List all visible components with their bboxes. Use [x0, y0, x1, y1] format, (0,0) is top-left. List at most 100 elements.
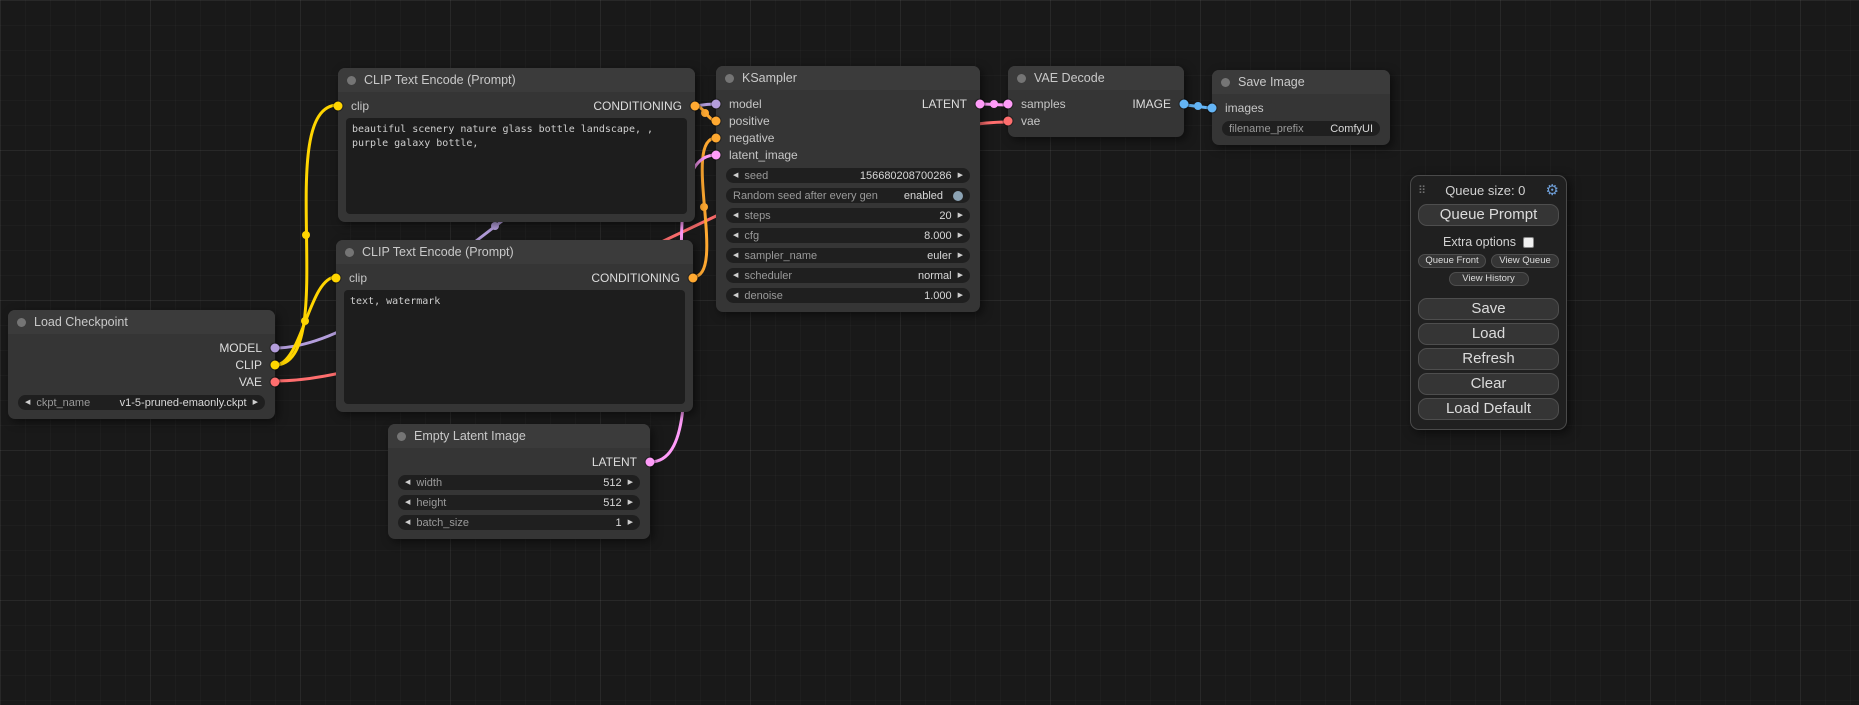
widget-label: denoise: [744, 290, 783, 302]
output-slot-conditioning[interactable]: [691, 101, 700, 110]
collapse-dot[interactable]: [1017, 74, 1026, 83]
collapse-dot[interactable]: [347, 76, 356, 85]
widget-value: normal: [918, 270, 952, 282]
denoise-widget[interactable]: ◀ denoise 1.000 ▶: [726, 288, 970, 303]
input-slot-negative[interactable]: [712, 133, 721, 142]
collapse-dot[interactable]: [17, 318, 26, 327]
queue-front-button[interactable]: Queue Front: [1418, 254, 1486, 268]
widget-value: 512: [603, 477, 621, 489]
output-slot-vae[interactable]: [271, 377, 280, 386]
input-label-model: model: [729, 97, 762, 111]
toggle-dot-icon[interactable]: [953, 191, 963, 201]
cfg-widget[interactable]: ◀ cfg 8.000 ▶: [726, 228, 970, 243]
positive-prompt-textarea[interactable]: beautiful scenery nature glass bottle la…: [346, 118, 687, 214]
collapse-dot[interactable]: [397, 432, 406, 441]
sampler-name-widget[interactable]: ◀ sampler_name euler ▶: [726, 248, 970, 263]
input-slot-images[interactable]: [1208, 103, 1217, 112]
node-title: Load Checkpoint: [34, 315, 128, 329]
batch-size-widget[interactable]: ◀ batch_size 1 ▶: [398, 515, 640, 530]
node-title-bar[interactable]: Empty Latent Image: [388, 424, 650, 448]
widget-value: 1: [615, 517, 621, 529]
decrement-arrow-icon[interactable]: ◀: [733, 292, 738, 299]
node-empty-latent-image[interactable]: Empty Latent Image LATENT ◀ width 512 ▶ …: [388, 424, 650, 539]
settings-gear-icon[interactable]: ⚙: [1546, 183, 1559, 198]
decrement-arrow-icon[interactable]: ◀: [405, 479, 410, 486]
load-button[interactable]: Load: [1418, 323, 1559, 345]
seed-widget[interactable]: ◀ seed 156680208700286 ▶: [726, 168, 970, 183]
decrement-arrow-icon[interactable]: ◀: [25, 399, 30, 406]
queue-prompt-button[interactable]: Queue Prompt: [1418, 204, 1559, 226]
node-save-image[interactable]: Save Image images filename_prefix ComfyU…: [1212, 70, 1390, 145]
widget-label: sampler_name: [744, 250, 817, 262]
node-load-checkpoint[interactable]: Load Checkpoint MODEL CLIP VAE ◀ ckpt_na…: [8, 310, 275, 419]
load-default-button[interactable]: Load Default: [1418, 398, 1559, 420]
increment-arrow-icon[interactable]: ▶: [958, 292, 963, 299]
input-slot-clip[interactable]: [334, 101, 343, 110]
output-slot-image[interactable]: [1180, 99, 1189, 108]
save-button[interactable]: Save: [1418, 298, 1559, 320]
increment-arrow-icon[interactable]: ▶: [253, 399, 258, 406]
drag-handle-icon[interactable]: ⠿: [1418, 184, 1425, 197]
increment-arrow-icon[interactable]: ▶: [958, 172, 963, 179]
increment-arrow-icon[interactable]: ▶: [628, 479, 633, 486]
input-slot-vae[interactable]: [1004, 116, 1013, 125]
node-title-bar[interactable]: CLIP Text Encode (Prompt): [336, 240, 693, 264]
increment-arrow-icon[interactable]: ▶: [628, 499, 633, 506]
decrement-arrow-icon[interactable]: ◀: [405, 519, 410, 526]
collapse-dot[interactable]: [1221, 78, 1230, 87]
collapse-dot[interactable]: [345, 248, 354, 257]
increment-arrow-icon[interactable]: ▶: [628, 519, 633, 526]
increment-arrow-icon[interactable]: ▶: [958, 272, 963, 279]
negative-prompt-textarea[interactable]: text, watermark: [344, 290, 685, 404]
menu-header: ⠿ Queue size: 0 ⚙: [1418, 179, 1559, 201]
decrement-arrow-icon[interactable]: ◀: [405, 499, 410, 506]
decrement-arrow-icon[interactable]: ◀: [733, 172, 738, 179]
input-slot-model[interactable]: [712, 99, 721, 108]
slot-row: samples IMAGE: [1008, 95, 1184, 112]
node-title: KSampler: [742, 71, 797, 85]
increment-arrow-icon[interactable]: ▶: [958, 232, 963, 239]
node-ksampler[interactable]: KSampler model LATENT positive negative …: [716, 66, 980, 312]
output-slot-latent[interactable]: [646, 457, 655, 466]
width-widget[interactable]: ◀ width 512 ▶: [398, 475, 640, 490]
decrement-arrow-icon[interactable]: ◀: [733, 212, 738, 219]
slot-row: negative: [716, 129, 980, 146]
view-queue-button[interactable]: View Queue: [1491, 254, 1559, 268]
output-label-latent: LATENT: [922, 97, 967, 111]
output-slot-model[interactable]: [271, 343, 280, 352]
input-slot-positive[interactable]: [712, 116, 721, 125]
node-title-bar[interactable]: Load Checkpoint: [8, 310, 275, 334]
node-title-bar[interactable]: Save Image: [1212, 70, 1390, 94]
input-slot-latent-image[interactable]: [712, 150, 721, 159]
filename-prefix-widget[interactable]: filename_prefix ComfyUI: [1222, 121, 1380, 136]
scheduler-widget[interactable]: ◀ scheduler normal ▶: [726, 268, 970, 283]
increment-arrow-icon[interactable]: ▶: [958, 212, 963, 219]
refresh-button[interactable]: Refresh: [1418, 348, 1559, 370]
increment-arrow-icon[interactable]: ▶: [958, 252, 963, 259]
decrement-arrow-icon[interactable]: ◀: [733, 252, 738, 259]
height-widget[interactable]: ◀ height 512 ▶: [398, 495, 640, 510]
input-label-positive: positive: [729, 114, 770, 128]
extra-options-checkbox[interactable]: [1523, 237, 1534, 248]
decrement-arrow-icon[interactable]: ◀: [733, 272, 738, 279]
node-title-bar[interactable]: VAE Decode: [1008, 66, 1184, 90]
input-slot-clip[interactable]: [332, 273, 341, 282]
node-title-bar[interactable]: CLIP Text Encode (Prompt): [338, 68, 695, 92]
node-clip-text-encode-positive[interactable]: CLIP Text Encode (Prompt) clip CONDITION…: [338, 68, 695, 222]
view-history-button[interactable]: View History: [1449, 272, 1529, 286]
node-vae-decode[interactable]: VAE Decode samples IMAGE vae: [1008, 66, 1184, 137]
clear-button[interactable]: Clear: [1418, 373, 1559, 395]
collapse-dot[interactable]: [725, 74, 734, 83]
input-slot-samples[interactable]: [1004, 99, 1013, 108]
output-slot-latent[interactable]: [976, 99, 985, 108]
widget-value: euler: [927, 250, 951, 262]
ckpt-name-widget[interactable]: ◀ ckpt_name v1-5-pruned-emaonly.ckpt ▶: [18, 395, 265, 410]
random-seed-toggle[interactable]: Random seed after every gen enabled: [726, 188, 970, 203]
output-slot-clip[interactable]: [271, 360, 280, 369]
node-title-bar[interactable]: KSampler: [716, 66, 980, 90]
steps-widget[interactable]: ◀ steps 20 ▶: [726, 208, 970, 223]
decrement-arrow-icon[interactable]: ◀: [733, 232, 738, 239]
output-slot-conditioning[interactable]: [689, 273, 698, 282]
node-title: CLIP Text Encode (Prompt): [364, 73, 516, 87]
node-clip-text-encode-negative[interactable]: CLIP Text Encode (Prompt) clip CONDITION…: [336, 240, 693, 412]
